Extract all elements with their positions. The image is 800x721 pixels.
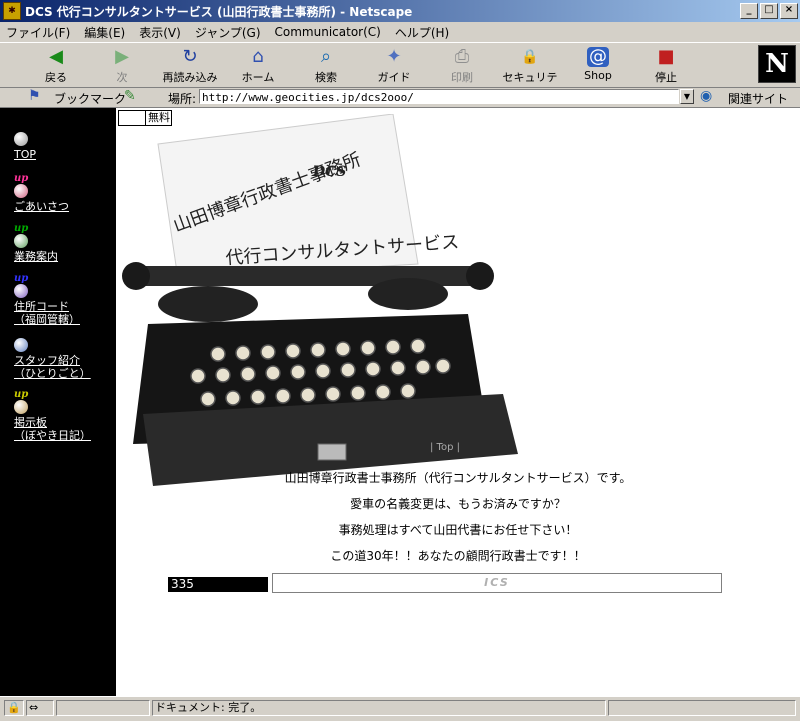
forward-arrow-icon: ▶ [115,46,129,67]
bookmarks-icon: ⚑ [28,88,41,104]
navigation-toolbar: ◀ 戻る ▶ 次 ↻ 再読み込み ⌂ ホーム ⌕ 検索 ✦ ガイド ⎙ 印刷 🔒… [0,42,800,100]
ball-bullet-icon [14,234,28,248]
nav-link-address-code-sub[interactable]: （福岡管轄） [14,313,80,326]
url-input[interactable]: http://www.geocities.jp/dcs2ooo/ [199,89,679,104]
reload-icon: ↻ [182,46,198,67]
netscape-logo-icon[interactable]: N [758,45,796,83]
top-link[interactable]: | Top | [430,442,470,453]
ball-bullet-icon [14,184,28,198]
up-badge-icon: up [14,389,29,400]
page-content: TOP up ごあいさつ up 業務案内 up 住所コード （福岡管轄） スタッ… [0,108,800,696]
home-button[interactable]: ⌂ ホーム [226,45,290,85]
nav-link-services[interactable]: 業務案内 [14,250,58,263]
nav-item-top[interactable]: TOP [14,132,36,161]
intro-line-1: 山田博章行政書士事務所（代行コンサルタントサービス）です。 [284,471,632,485]
back-button[interactable]: ◀ 戻る [24,45,88,85]
nav-item-greeting[interactable]: up ごあいさつ [14,174,69,213]
nav-item-staff[interactable]: スタッフ紹介 （ひとりごと） [14,338,91,380]
location-label: 場所: [168,92,197,106]
visitor-counter: 335 [168,577,268,592]
nav-link-bbs[interactable]: 掲示板 [14,416,91,429]
status-text: ドキュメント: 完了。 [152,700,606,716]
maximize-button[interactable]: □ [760,3,778,19]
up-badge-icon: up [14,273,29,284]
search-button[interactable]: ⌕ 検索 [294,45,358,85]
ball-bullet-icon [14,132,28,146]
intro-line-2: 愛車の名義変更は、もうお済みですか？ [350,497,566,511]
nav-item-bbs[interactable]: up 掲示板 （ぼやき日記） [14,390,91,442]
nav-link-top[interactable]: TOP [14,148,36,161]
nav-link-staff-sub[interactable]: （ひとりごと） [14,367,91,380]
ad-banner[interactable]: ICS [272,573,722,593]
menu-communicator[interactable]: Communicator(C) [275,25,381,39]
shop-icon: @ [587,46,609,67]
status-bar: 🔒 ⇔ ドキュメント: 完了。 [0,696,800,721]
stop-button[interactable]: ■ 停止 [634,45,698,85]
nav-link-staff[interactable]: スタッフ紹介 [14,354,91,367]
ball-bullet-icon [14,284,28,298]
window-title-bar: ✱ DCS 代行コンサルタントサービス (山田行政書士事務所) - Netsca… [0,0,800,22]
lock-icon: 🔒 [521,49,539,65]
window-title: DCS 代行コンサルタントサービス (山田行政書士事務所) - Netscape [25,4,413,19]
intro-line-4: この道30年！！あなたの顧問行政書士です！！ [330,549,586,563]
back-arrow-icon: ◀ [49,46,63,67]
menu-bar: ファイル(F) 編集(E) 表示(V) ジャンプ(G) Communicator… [0,22,800,42]
intro-line-3: 事務処理はすべて山田代書にお任せ下さい！ [338,523,578,537]
nav-link-address-code[interactable]: 住所コード [14,300,80,313]
print-button[interactable]: ⎙ 印刷 [430,45,494,85]
related-sites-button[interactable]: 関連サイト [728,90,788,107]
menu-edit[interactable]: 編集(E) [84,24,125,41]
menu-view[interactable]: 表示(V) [139,24,181,41]
security-button[interactable]: 🔒 セキュリティ [498,45,562,100]
menu-go[interactable]: ジャンプ(G) [195,24,261,41]
reload-button[interactable]: ↻ 再読み込み [158,45,222,85]
ball-bullet-icon [14,400,28,414]
netscape-app-icon[interactable]: ✱ [3,2,21,20]
bookmarks-button[interactable]: ブックマーク [54,90,126,107]
menu-file[interactable]: ファイル(F) [6,24,70,41]
home-icon: ⌂ [252,46,264,67]
sidebar-nav: TOP up ごあいさつ up 業務案内 up 住所コード （福岡管轄） スタッ… [0,108,116,696]
component-bar [608,700,796,716]
up-badge-icon: up [14,223,29,234]
forward-button[interactable]: ▶ 次 [90,45,154,85]
connection-icon: ⇔ [26,700,54,716]
ball-bullet-icon [14,338,28,352]
print-icon: ⎙ [454,46,470,67]
search-icon: ⌕ [320,46,332,67]
related-sites-icon: ◉ [700,88,713,104]
menu-help[interactable]: ヘルプ(H) [395,24,449,41]
stop-icon: ■ [657,46,675,67]
up-badge-icon: up [14,173,29,184]
progress-bar [56,700,150,716]
guide-button[interactable]: ✦ ガイド [362,45,426,85]
url-dropdown-button[interactable]: ▼ [680,89,694,104]
close-button[interactable]: × [780,3,798,19]
security-lock-icon[interactable]: 🔒 [4,700,24,716]
typewriter-image: 山田博章行政書士事務所 DCS 代行コンサルタントサービス [122,114,518,486]
nav-link-bbs-sub[interactable]: （ぼやき日記） [14,429,91,442]
shop-button[interactable]: @ Shop [566,45,630,85]
nav-link-greeting[interactable]: ごあいさつ [14,200,69,213]
sign-dcs: DCS [312,164,346,180]
nav-item-services[interactable]: up 業務案内 [14,224,58,263]
page-proxy-icon[interactable]: ✎ [124,88,136,104]
location-bar: ⚑ ブックマーク ✎ 場所: http://www.geocities.jp/d… [0,88,800,108]
minimize-button[interactable]: _ [740,3,758,19]
guide-icon: ✦ [386,46,402,67]
nav-item-address-code[interactable]: up 住所コード （福岡管轄） [14,274,80,326]
